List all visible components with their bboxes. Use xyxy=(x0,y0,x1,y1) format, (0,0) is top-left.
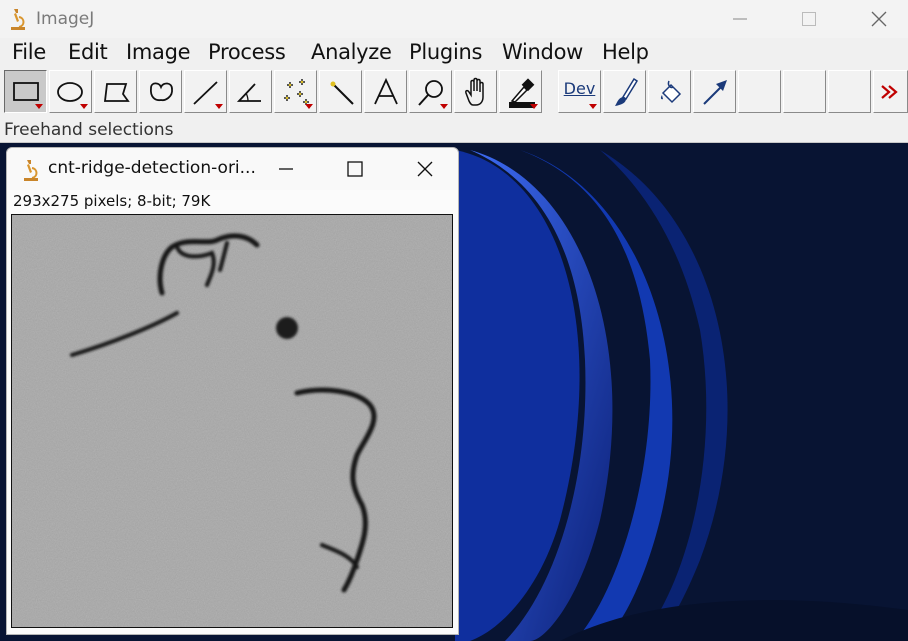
hand-icon xyxy=(465,77,484,106)
dropdown-triangle xyxy=(35,104,43,109)
polygon-tool[interactable] xyxy=(94,70,137,113)
menu-image[interactable]: Image xyxy=(126,40,191,64)
menu-edit[interactable]: Edit xyxy=(68,40,108,64)
menu-plugins[interactable]: Plugins xyxy=(409,40,482,64)
image-window: cnt-ridge-detection-ori... 293x275 pixel… xyxy=(6,147,459,635)
minimize-icon xyxy=(279,168,293,170)
menu-file[interactable]: File xyxy=(12,40,46,64)
menu-analyze[interactable]: Analyze xyxy=(311,40,392,64)
more-tools-button[interactable] xyxy=(873,70,908,113)
maximize-icon xyxy=(347,161,363,177)
dropdown-triangle xyxy=(440,104,448,109)
freehand-icon xyxy=(149,82,173,102)
empty-slot-1 xyxy=(738,70,781,113)
close-icon xyxy=(417,161,433,177)
wand-tool[interactable] xyxy=(319,70,362,113)
rectangle-tool[interactable] xyxy=(4,70,47,113)
microscope-icon xyxy=(11,9,25,30)
freehand-tool[interactable] xyxy=(139,70,182,113)
arrow-tool[interactable] xyxy=(693,70,736,113)
bucket-icon xyxy=(660,80,682,104)
close-icon xyxy=(871,11,887,27)
dropdown-triangle xyxy=(305,104,313,109)
micrograph-image xyxy=(12,215,452,627)
hand-tool[interactable] xyxy=(454,70,497,113)
toolbar: Dev xyxy=(0,68,908,116)
image-maximize-button[interactable] xyxy=(332,148,378,190)
menu-bar: File Edit Image Process Analyze Plugins … xyxy=(0,38,908,66)
flood-fill-tool[interactable] xyxy=(648,70,691,113)
microscope-icon xyxy=(24,160,38,181)
wand-icon xyxy=(330,81,354,105)
brush-icon xyxy=(615,77,639,106)
status-text: Freehand selections xyxy=(4,120,174,140)
image-canvas[interactable] xyxy=(11,214,453,628)
image-info: 293x275 pixels; 8-bit; 79K xyxy=(13,192,211,210)
imagej-main-window: ImageJ File Edit Image Process Analyze P… xyxy=(0,0,908,143)
zoom-tool[interactable] xyxy=(409,70,452,113)
double-chevron-icon xyxy=(881,85,898,99)
image-minimize-button[interactable] xyxy=(263,148,309,190)
text-tool[interactable] xyxy=(364,70,407,113)
angle-tool[interactable] xyxy=(229,70,272,113)
minimize-button[interactable] xyxy=(717,0,763,38)
empty-slot-3 xyxy=(828,70,871,113)
image-title: cnt-ridge-detection-ori... xyxy=(48,158,256,178)
title-bar: ImageJ xyxy=(0,0,908,38)
close-button[interactable] xyxy=(856,0,902,38)
text-icon xyxy=(374,77,398,105)
app-title: ImageJ xyxy=(36,9,95,29)
dropdown-triangle xyxy=(589,104,597,109)
color-picker-tool[interactable] xyxy=(499,70,542,113)
dropdown-triangle xyxy=(80,104,88,109)
dropdown-triangle xyxy=(530,104,538,109)
menu-window[interactable]: Window xyxy=(502,40,583,64)
angle-icon xyxy=(236,83,261,102)
arrow-icon xyxy=(703,80,727,105)
image-close-button[interactable] xyxy=(402,148,448,190)
multi-point-tool[interactable] xyxy=(274,70,317,113)
empty-slot-2 xyxy=(783,70,826,113)
dropdown-triangle xyxy=(215,104,223,109)
maximize-icon xyxy=(802,12,816,26)
dev-tool[interactable]: Dev xyxy=(558,70,601,113)
menu-help[interactable]: Help xyxy=(602,40,649,64)
polygon-icon xyxy=(103,83,130,102)
menu-process[interactable]: Process xyxy=(208,40,286,64)
straight-line-tool[interactable] xyxy=(184,70,227,113)
oval-tool[interactable] xyxy=(49,70,92,113)
minimize-icon xyxy=(733,18,747,20)
image-title-bar[interactable]: cnt-ridge-detection-ori... xyxy=(7,148,458,190)
brush-tool[interactable] xyxy=(603,70,646,113)
maximize-button[interactable] xyxy=(786,0,832,38)
